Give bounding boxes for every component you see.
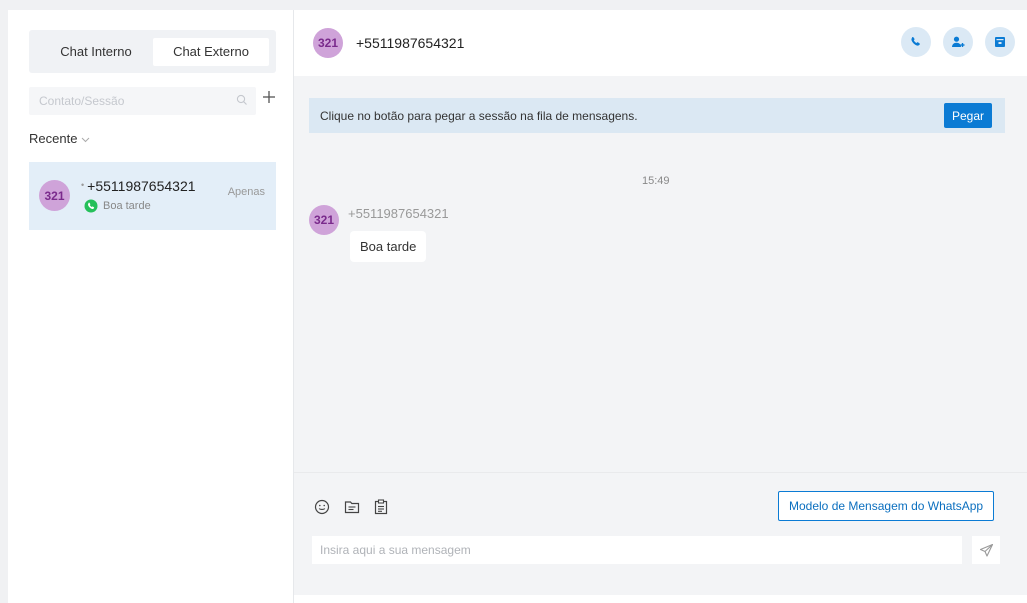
add-user-icon — [952, 36, 965, 47]
contact-search-input[interactable] — [29, 87, 256, 115]
chat-header: 321 +5511987654321 — [294, 10, 1027, 76]
bottom-bar — [294, 595, 1027, 603]
app-window: Chat Interno Chat Externo Recente 321 •+… — [8, 10, 1027, 603]
avatar: 321 — [309, 205, 339, 235]
session-preview-text: Boa tarde — [103, 200, 151, 212]
whatsapp-icon — [84, 199, 98, 213]
clipboard-icon[interactable] — [373, 499, 389, 515]
tab-chat-interno[interactable]: Chat Interno — [41, 38, 151, 66]
message-input[interactable] — [312, 536, 962, 564]
recent-filter[interactable]: Recente — [29, 131, 90, 146]
avatar: 321 — [313, 28, 343, 58]
chat-title: +5511987654321 — [356, 35, 465, 51]
composer: Modelo de Mensagem do WhatsApp — [294, 472, 1027, 595]
chat-tabs: Chat Interno Chat Externo — [29, 30, 276, 73]
transfer-button[interactable] — [943, 27, 973, 57]
sidebar: Chat Interno Chat Externo Recente 321 •+… — [8, 10, 294, 603]
search-icon[interactable] — [236, 94, 248, 106]
file-icon[interactable] — [344, 499, 360, 515]
status-dot-icon: • — [81, 180, 85, 190]
session-name: +5511987654321 — [87, 178, 196, 194]
tab-chat-externo[interactable]: Chat Externo — [153, 38, 269, 66]
message-time: 15:49 — [642, 175, 670, 187]
archive-button[interactable] — [985, 27, 1015, 57]
avatar: 321 — [39, 180, 70, 211]
queue-notice: Clique no botão para pegar a sessão na f… — [309, 98, 1005, 133]
send-icon — [979, 543, 993, 557]
archive-icon — [995, 37, 1005, 47]
chevron-down-icon — [82, 137, 90, 142]
phone-icon — [911, 36, 920, 46]
pegar-button[interactable]: Pegar — [943, 103, 992, 128]
chat-panel: 321 +5511987654321 Clique no botão para … — [294, 10, 1027, 603]
session-item[interactable]: 321 • +5511987654321 Apenas Boa tarde — [29, 162, 276, 230]
session-preview: Boa tarde — [84, 199, 151, 213]
recent-label: Recente — [29, 131, 78, 146]
add-icon[interactable] — [261, 89, 277, 105]
whatsapp-template-button[interactable]: Modelo de Mensagem do WhatsApp — [778, 491, 995, 521]
emoji-icon[interactable] — [314, 499, 330, 515]
message-bubble: Boa tarde — [350, 231, 427, 262]
send-button[interactable] — [972, 536, 1000, 564]
call-button[interactable] — [901, 27, 931, 57]
search-box — [29, 87, 256, 115]
message-sender: +5511987654321 — [348, 206, 449, 221]
session-name-row: • +5511987654321 — [81, 178, 196, 194]
queue-notice-text: Clique no botão para pegar a sessão na f… — [320, 109, 638, 123]
session-tag: Apenas — [227, 186, 265, 198]
